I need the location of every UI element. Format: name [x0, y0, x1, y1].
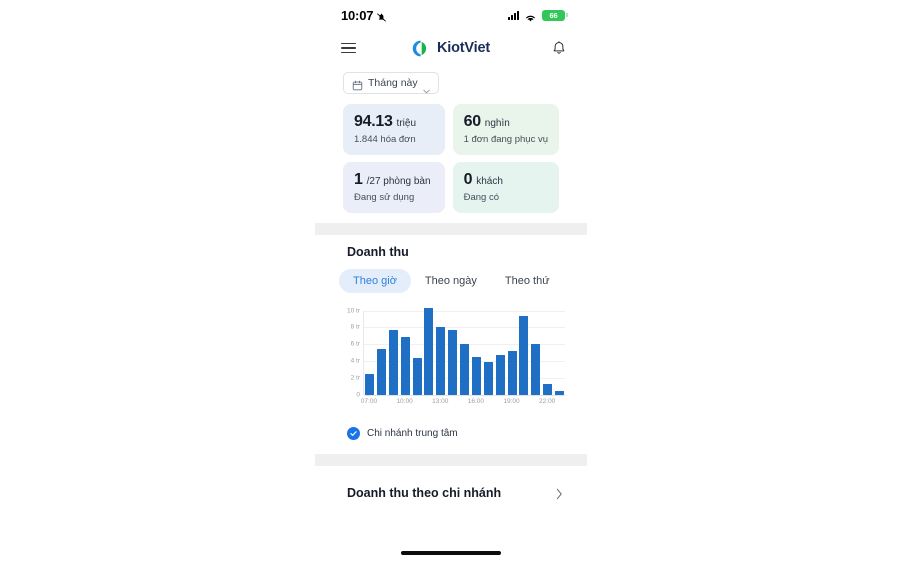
screenshot-canvas: 10:07 66 KiotViet Tháng này 94.13 triệu … [0, 0, 903, 563]
chart-x-tick: 19:00 [503, 397, 520, 405]
chart-bar[interactable] [555, 391, 564, 395]
battery-level: 66 [549, 10, 558, 20]
chart-bar[interactable] [531, 344, 541, 395]
chart-y-tick: 10 tr [346, 307, 360, 314]
stat-card-tables[interactable]: 1 /27 phòng bàn Đang sử dụng [343, 161, 445, 213]
date-range-filter[interactable]: Tháng này [343, 72, 439, 94]
chart-y-axis: 0 2 tr 4 tr 6 tr 8 tr 10 tr [337, 307, 363, 398]
stat-subtitle: Đang sử dụng [354, 191, 415, 203]
date-filter-label: Tháng này [368, 77, 418, 89]
stat-unit: triệu [396, 117, 416, 129]
chart-y-tick: 0 [356, 391, 360, 398]
revenue-panel: Doanh thu Theo giờ Theo ngày Theo thứ 0 2… [315, 235, 587, 440]
chart-gridline [364, 394, 565, 396]
stat-value: 60 [463, 112, 482, 130]
checkbox-checked[interactable] [347, 426, 360, 440]
chart-x-tick: 07:00 [360, 397, 378, 405]
bell-mute-icon [376, 11, 387, 22]
branch-revenue-row[interactable]: Doanh thu theo chi nhánh [315, 466, 587, 500]
chart-bar[interactable] [448, 329, 458, 395]
chart-bar[interactable] [436, 327, 446, 395]
stat-card-main: 94.13 triệu [354, 113, 434, 131]
stat-card-main: 0 khách [464, 171, 548, 189]
stat-card-main: 1 /27 phòng bàn [354, 171, 434, 189]
revenue-chart-wrapper: 0 2 tr 4 tr 6 tr 8 tr 10 tr 07:00 10:00 13:00 16… [335, 293, 567, 411]
chart-y-tick: 6 tr [350, 340, 360, 348]
stat-card-guests[interactable]: 0 khách Đang có [452, 161, 559, 213]
cellular-signal-icon [508, 10, 519, 20]
stat-subtitle: 1 đơn đang phục vụ [463, 133, 548, 145]
wifi-icon [524, 10, 537, 22]
chevron-down-icon [422, 81, 430, 93]
brand-logo-group: KiotViet [350, 38, 551, 59]
chart-bar[interactable] [495, 355, 505, 395]
chart-bar[interactable] [460, 344, 469, 395]
chart-x-tick: 16:00 [467, 397, 485, 405]
section-divider-2 [315, 453, 587, 466]
chart-bar[interactable] [365, 374, 374, 395]
chart-bar[interactable] [471, 356, 481, 395]
chart-y-tick: 2 tr [350, 374, 360, 382]
stat-cards-grid: 94.13 triệu 1.844 hóa đơn 60 nghìn 1 đơn… [315, 103, 587, 213]
status-bar-right: 66 [508, 9, 568, 22]
status-bar-left: 10:07 [341, 8, 387, 23]
chart-plot-area [363, 307, 565, 396]
chevron-right-icon [556, 487, 563, 499]
kiotviet-logo-icon [411, 38, 432, 59]
home-indicator [401, 551, 501, 555]
tab-theo-ngay[interactable]: Theo ngày [411, 269, 491, 293]
legend-branch-checkbox[interactable]: Chi nhánh trung tâm [335, 411, 567, 440]
legend-label: Chi nhánh trung tâm [367, 427, 458, 439]
check-icon [350, 430, 357, 436]
stat-unit: nghìn [484, 117, 510, 129]
tab-theo-thu[interactable]: Theo thứ [491, 269, 564, 293]
phone-viewport: 10:07 66 KiotViet Tháng này 94.13 triệu … [315, 0, 587, 563]
battery-indicator: 66 [542, 9, 568, 21]
calendar-icon [352, 78, 363, 90]
stat-card-serving[interactable]: 60 nghìn 1 đơn đang phục vụ [452, 103, 559, 155]
stat-card-revenue[interactable]: 94.13 triệu 1.844 hóa đơn [343, 103, 445, 155]
chart-bar[interactable] [376, 349, 386, 395]
revenue-bar-chart[interactable]: 0 2 tr 4 tr 6 tr 8 tr 10 tr 07:00 10:00 13:00 16… [337, 307, 565, 411]
chart-y-tick: 4 tr [350, 357, 360, 365]
stat-card-main: 60 nghìn [464, 113, 548, 131]
status-time: 10:07 [341, 7, 374, 23]
chart-x-tick: 13:00 [432, 397, 449, 405]
revenue-tabs: Theo giờ Theo ngày Theo thứ [335, 268, 567, 293]
stat-unit: khách [476, 175, 503, 187]
stat-subtitle: Đang có [463, 191, 499, 203]
stat-value: 94.13 [354, 112, 393, 130]
chart-y-tick: 8 tr [350, 323, 360, 331]
chart-bar[interactable] [400, 336, 410, 395]
brand-name: KiotViet [437, 40, 490, 56]
chart-bar[interactable] [543, 384, 553, 395]
page-title: Doanh thu [347, 244, 409, 259]
chart-x-axis: 07:00 10:00 13:00 16:00 19:00 22:00 [360, 397, 565, 411]
stat-value: 1 [354, 170, 363, 188]
bell-icon[interactable] [551, 40, 567, 57]
chart-bar[interactable] [388, 329, 398, 395]
branch-revenue-label: Doanh thu theo chi nhánh [347, 485, 502, 500]
chart-x-tick: 22:00 [539, 397, 556, 405]
stat-unit: /27 phòng bàn [366, 175, 431, 187]
status-bar: 10:07 66 [315, 0, 587, 30]
date-filter-row: Tháng này [315, 66, 587, 104]
chart-bars [364, 307, 565, 395]
chart-bar[interactable] [507, 350, 517, 395]
stat-subtitle: 1.844 hóa đơn [354, 133, 416, 145]
chart-bar[interactable] [412, 357, 422, 395]
chart-bar[interactable] [424, 307, 434, 395]
chart-bar[interactable] [483, 361, 493, 395]
app-header: KiotViet [315, 30, 587, 66]
chart-bar[interactable] [519, 316, 529, 395]
section-divider [315, 222, 587, 235]
stat-value: 0 [463, 170, 473, 188]
tab-theo-gio[interactable]: Theo giờ [339, 268, 411, 293]
chart-x-tick: 10:00 [396, 397, 413, 405]
